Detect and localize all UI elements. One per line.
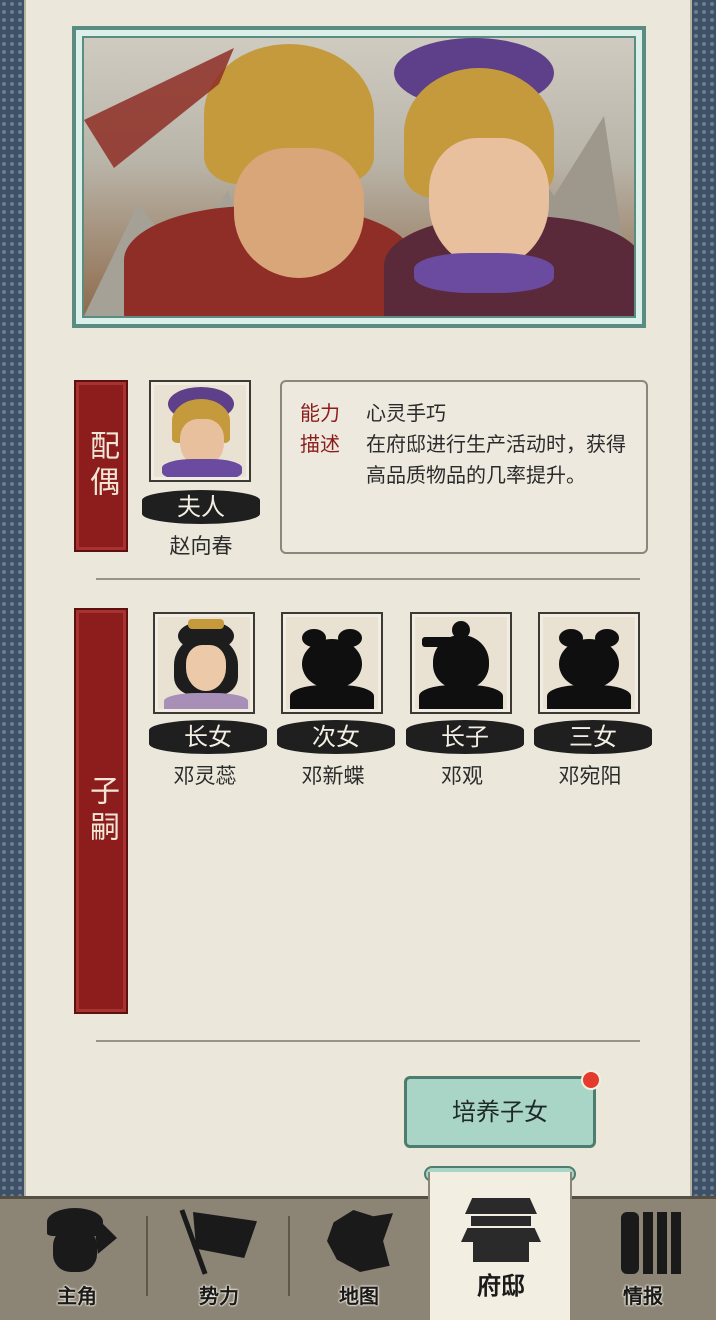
nav-separator — [288, 1216, 290, 1296]
section-divider-bottom — [96, 1040, 640, 1042]
spouse-section-tag: 配偶 — [74, 380, 128, 552]
child-title-4: 三女 — [534, 720, 652, 754]
child-title-3: 长子 — [406, 720, 524, 754]
nav-tab-faction[interactable]: 势力 — [154, 1204, 284, 1316]
section-divider — [96, 578, 640, 580]
right-border — [692, 0, 716, 1200]
left-border — [0, 0, 24, 1200]
spouse-name: 赵向春 — [169, 534, 233, 558]
map-icon — [319, 1204, 399, 1276]
nav-tab-map[interactable]: 地图 — [294, 1204, 424, 1316]
train-children-button[interactable]: 培养子女 — [404, 1076, 596, 1148]
nav-label-map: 地图 — [339, 1284, 379, 1308]
notification-dot — [581, 1070, 601, 1090]
spouse-info-box: 能力 心灵手巧 描述 在府邸进行生产活动时，获得高品质物品的几率提升。 — [280, 380, 648, 554]
nav-tab-mansion[interactable]: 府邸 — [436, 1190, 566, 1302]
nav-tab-hero[interactable]: 主角 — [12, 1204, 142, 1316]
child-portrait-4[interactable] — [538, 612, 640, 714]
couple-portrait-banner — [72, 26, 646, 328]
nav-separator — [146, 1216, 148, 1296]
nav-label-faction: 势力 — [199, 1284, 239, 1308]
children-section-tag: 子嗣 — [74, 608, 128, 1014]
ability-value: 心灵手巧 — [366, 401, 446, 425]
desc-value: 在府邸进行生产活动时，获得高品质物品的几率提升。 — [366, 432, 626, 487]
ability-label: 能力 — [300, 401, 340, 425]
nav-label-hero: 主角 — [57, 1284, 97, 1308]
child-name-3: 邓观 — [441, 764, 483, 788]
children-tag-label: 子嗣 — [84, 775, 119, 847]
spouse-title-badge: 夫人 — [142, 490, 260, 524]
child-title-2: 次女 — [277, 720, 395, 754]
child-title-1: 长女 — [149, 720, 267, 754]
child-name-1: 邓灵蕊 — [173, 764, 237, 788]
child-portrait-3[interactable] — [410, 612, 512, 714]
nav-label-intel: 情报 — [623, 1284, 663, 1308]
warrior-icon — [37, 1204, 117, 1276]
child-name-2: 邓新蝶 — [301, 764, 365, 788]
mansion-icon — [461, 1190, 541, 1262]
child-name-4: 邓宛阳 — [558, 764, 622, 788]
couple-portrait-image — [82, 36, 636, 318]
desc-label: 描述 — [300, 432, 340, 456]
scroll-icon — [603, 1204, 683, 1276]
nav-tab-intel[interactable]: 情报 — [578, 1204, 708, 1316]
spouse-portrait[interactable] — [149, 380, 251, 482]
nav-label-mansion: 府邸 — [477, 1272, 525, 1300]
child-portrait-2[interactable] — [281, 612, 383, 714]
spouse-tag-label: 配偶 — [84, 430, 119, 502]
child-portrait-1[interactable] — [153, 612, 255, 714]
flag-icon — [179, 1204, 259, 1276]
